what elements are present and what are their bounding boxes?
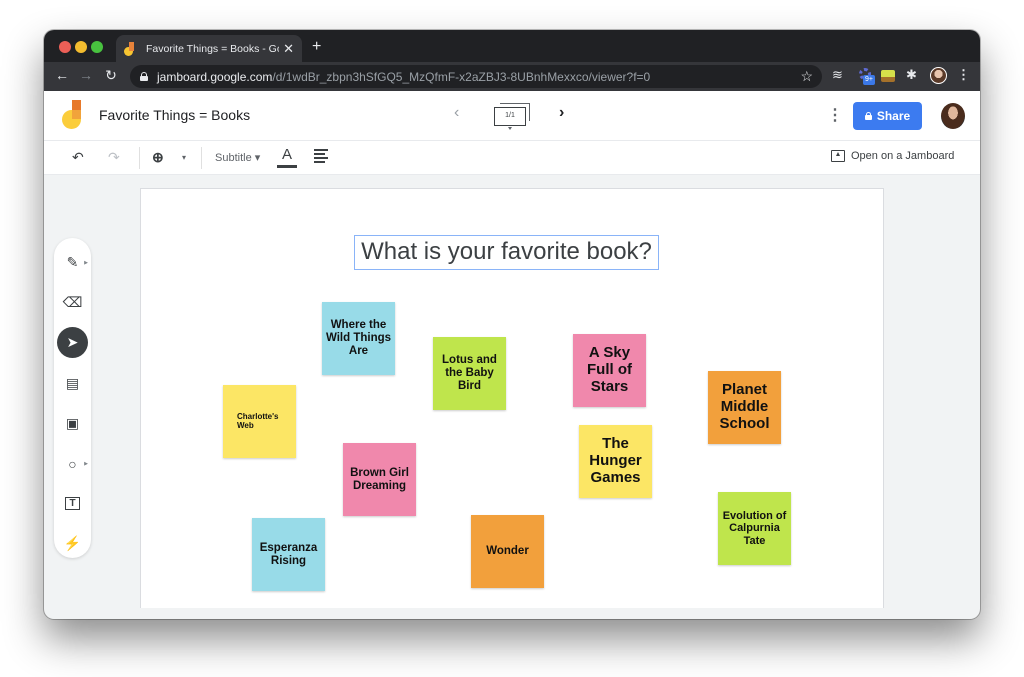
url-host: jamboard.google.com [157,69,273,84]
eraser-icon: ⌫ [62,294,83,310]
prompt-text-box[interactable]: What is your favorite book? [354,235,659,270]
browser-tab[interactable]: Favorite Things = Books - Google Jamboar… [116,35,302,62]
laser-icon: ⚡ [63,535,82,551]
user-avatar[interactable] [941,103,965,129]
laser-tool[interactable]: ⚡ [58,529,87,558]
pen-tool[interactable]: ✎ ▶ [58,248,88,277]
app-header: Favorite Things = Books ‹ 1/1 › ⋮ Share [44,91,980,141]
document-title[interactable]: Favorite Things = Books [99,107,250,123]
extension-badge: 9+ [863,75,875,85]
text-color-icon: A [281,146,292,163]
circle-tool[interactable]: ○ ▶ [58,449,88,478]
sticky-note[interactable]: A Sky Full of Stars [573,334,646,407]
circle-icon: ○ [68,455,77,472]
maximize-window-button[interactable] [91,41,103,53]
browser-toolbar: ← → ↻ jamboard.google.com/d/1wdBr_zbpn3h… [44,62,980,91]
sticky-note[interactable]: Planet Middle School [708,371,781,444]
browser-profile-avatar[interactable] [930,67,947,84]
close-window-button[interactable] [59,41,71,53]
bookmark-star-icon[interactable]: ☆ [800,68,813,85]
reload-button[interactable]: ↻ [102,67,120,84]
new-tab-button[interactable]: + [312,38,321,56]
tool-palette: ✎ ▶ ⌫ ➤ ▤ ▣ ○ ▶ T ⚡ [54,238,91,558]
share-label: Share [876,109,911,123]
undo-icon[interactable]: ↶ [72,149,84,166]
extensions-puzzle-icon[interactable]: ✱ [906,67,922,83]
jam-canvas[interactable]: What is your favorite book? Where the Wi… [140,188,884,608]
url-path: /d/1wdBr_zbpn3hSfGQ5_MzQfmF-x2aZBJ3-8UBn… [272,69,651,84]
text-style-dropdown[interactable]: Subtitle ▾ [215,151,260,164]
sticky-note[interactable]: Lotus and the Baby Bird [433,337,506,410]
share-button[interactable]: Share [853,102,922,130]
sticky-note[interactable]: Charlotte's Web [223,385,296,458]
text-color-button[interactable]: A [277,146,297,168]
tab-title: Favorite Things = Books - Google Jamboar… [146,42,279,55]
sticky-note-tool[interactable]: ▤ [58,369,87,398]
pen-icon: ✎ [66,254,79,270]
zoom-icon[interactable]: ⊕ [152,149,164,166]
lock-icon [864,112,872,120]
toolbar-divider [139,147,140,169]
sticky-note[interactable]: Esperanza Rising [252,518,325,591]
forward-button[interactable]: → [77,67,95,83]
lock-icon [140,72,148,81]
sticky-note[interactable]: Wonder [471,515,544,588]
sticky-note[interactable]: Where the Wild Things Are [322,302,395,375]
jamboard-logo-icon[interactable] [62,100,84,130]
frame-picker-button[interactable]: 1/1 [494,103,532,130]
browser-window: Favorite Things = Books - Google Jamboar… [44,30,980,619]
pointer-arrow-icon: ➤ [66,334,79,350]
add-image-tool[interactable]: ▣ [58,409,87,438]
edit-toolbar: ↶ ↷ ⊕ ▾ Subtitle ▾ A Open on a Jamboard [44,141,980,175]
sticky-note-icon: ▤ [65,375,80,391]
text-box-icon: T [65,497,80,510]
text-box-tool[interactable]: T [58,489,87,518]
redo-icon[interactable]: ↷ [108,149,120,166]
gear-extension-icon[interactable]: 9+ [858,68,875,85]
caret-down-icon [508,127,512,130]
browser-menu-icon[interactable]: ⋮ [957,67,973,83]
jamboard-favicon-icon [124,41,138,56]
minimize-window-button[interactable] [75,41,87,53]
cast-to-jamboard-icon [831,150,845,162]
note-extension-icon[interactable] [881,68,897,84]
more-options-icon[interactable]: ⋮ [827,105,843,125]
open-on-jamboard-button[interactable]: Open on a Jamboard [831,150,954,162]
frame-indicator: 1/1 [494,107,526,126]
sticky-note[interactable]: Brown Girl Dreaming [343,443,416,516]
align-left-icon[interactable] [314,149,328,163]
next-frame-button[interactable]: › [559,104,564,122]
image-icon: ▣ [65,415,80,431]
tab-strip: Favorite Things = Books - Google Jamboar… [44,30,980,62]
back-button[interactable]: ← [53,67,71,83]
zoom-dropdown-caret-icon[interactable]: ▾ [182,153,186,162]
previous-frame-button[interactable]: ‹ [454,104,459,122]
close-tab-icon[interactable]: ✕ [283,41,294,57]
layers-extension-icon[interactable]: ≋ [832,67,848,83]
sticky-note[interactable]: Evolution of Calpurnia Tate [718,492,791,565]
address-bar[interactable]: jamboard.google.com/d/1wdBr_zbpn3hSfGQ5_… [130,65,822,88]
open-on-jamboard-label: Open on a Jamboard [851,150,955,162]
eraser-tool[interactable]: ⌫ [58,288,87,317]
sticky-note[interactable]: The Hunger Games [579,425,652,498]
select-tool[interactable]: ➤ [57,327,88,358]
toolbar-divider [201,147,202,169]
